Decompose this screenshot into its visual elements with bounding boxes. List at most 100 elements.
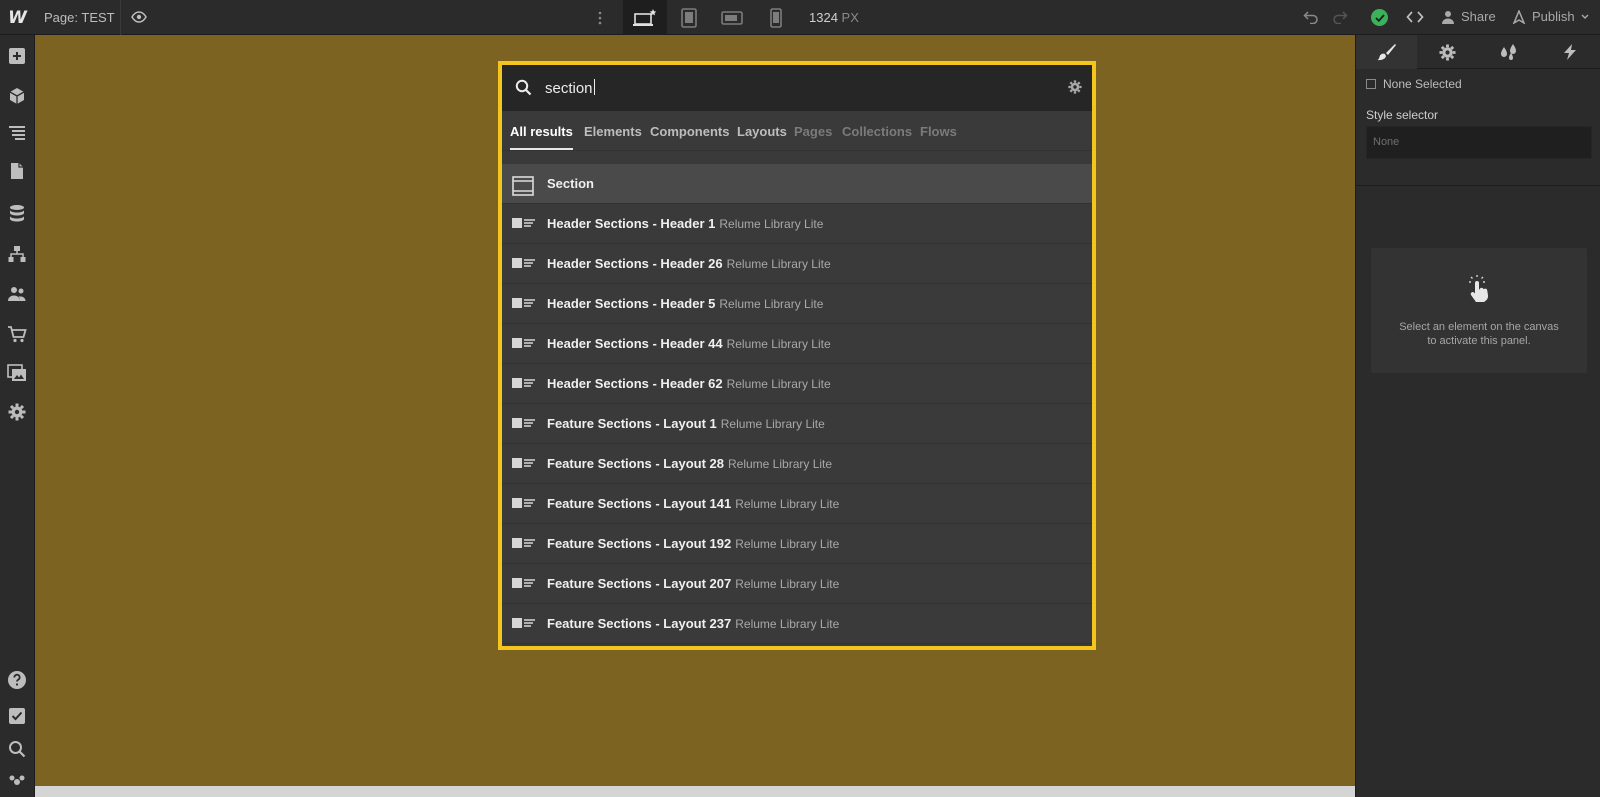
list-item[interactable]: Header Sections - Header 1 Relume Library…: [502, 204, 1092, 244]
mobile-landscape-icon: [721, 10, 743, 25]
mobile-portrait-icon: [770, 7, 782, 28]
style-selector-label: Style selector: [1366, 108, 1439, 122]
result-source: Relume Library Lite: [719, 297, 824, 311]
divider: [1356, 185, 1600, 186]
cms-database-icon[interactable]: [6, 202, 28, 224]
result-filter-tabs: All results Elements Components Layouts …: [502, 111, 1092, 151]
result-name: Header Sections - Header 26: [547, 256, 723, 271]
tasks-checkbox-icon[interactable]: [6, 705, 28, 727]
viewport-width-readout[interactable]: 1324 PX: [809, 10, 859, 25]
user-icon: [1442, 10, 1454, 24]
tab-layouts[interactable]: Layouts: [737, 124, 787, 148]
list-item[interactable]: Header Sections - Header 26 Relume Librar…: [502, 244, 1092, 284]
publish-button[interactable]: Publish: [1512, 9, 1589, 24]
ecommerce-cart-icon[interactable]: [6, 323, 28, 345]
result-name: Section: [547, 176, 594, 191]
result-name: Header Sections - Header 62: [547, 376, 723, 391]
search-input[interactable]: section: [545, 79, 595, 97]
share-button[interactable]: Share: [1441, 9, 1496, 24]
help-icon[interactable]: [6, 669, 28, 691]
desktop-breakpoint-button[interactable]: [623, 0, 667, 35]
results-list: Section Header Sections - Header 1 Relume…: [502, 164, 1092, 644]
components-cube-icon[interactable]: [6, 85, 28, 107]
layout-icon: [512, 536, 536, 550]
viewport-width-unit: PX: [841, 10, 859, 25]
list-item[interactable]: Header Sections - Header 44 Relume Librar…: [502, 324, 1092, 364]
tab-components[interactable]: Components: [650, 124, 729, 148]
left-sidebar: [0, 35, 35, 797]
text-caret: [593, 79, 595, 95]
result-name: Feature Sections - Layout 28: [547, 456, 724, 471]
brush-icon: [1377, 44, 1396, 61]
page-selector[interactable]: Page: TEST: [44, 10, 115, 25]
list-item[interactable]: Feature Sections - Layout 141 Relume Libr…: [502, 484, 1092, 524]
tab-elements[interactable]: Elements: [584, 124, 642, 148]
eye-icon[interactable]: [131, 9, 147, 25]
pages-icon[interactable]: [6, 160, 28, 182]
result-name: Feature Sections - Layout 1: [547, 416, 717, 431]
page-prefix: Page:: [44, 10, 78, 25]
result-name: Feature Sections - Layout 237: [547, 616, 732, 631]
assets-images-icon[interactable]: [6, 362, 28, 384]
layout-icon: [512, 456, 536, 470]
result-source: Relume Library Lite: [735, 497, 840, 511]
tab-flows[interactable]: Flows: [920, 124, 957, 148]
layout-icon: [512, 216, 536, 230]
search-settings-gear-icon[interactable]: [1068, 80, 1082, 94]
more-options-icon[interactable]: [594, 9, 606, 27]
tab-pages[interactable]: Pages: [794, 124, 832, 148]
publish-icon: [1512, 9, 1526, 24]
webflow-logo[interactable]: W: [0, 0, 35, 35]
list-item[interactable]: Feature Sections - Layout 192 Relume Libr…: [502, 524, 1092, 564]
mobile-landscape-button[interactable]: [710, 0, 754, 35]
quick-find-popup: section All results Elements Components …: [498, 61, 1096, 650]
list-item[interactable]: Feature Sections - Layout 1 Relume Librar…: [502, 404, 1092, 444]
result-source: Relume Library Lite: [735, 577, 840, 591]
list-item[interactable]: Section: [502, 164, 1092, 204]
top-toolbar: W Page: TEST 1324 PX Share Publish: [0, 0, 1600, 35]
right-style-panel: None Selected Style selector None Select…: [1355, 35, 1600, 797]
empty-state-line-2: to activate this panel.: [1427, 335, 1531, 347]
site-status-check-icon[interactable]: [1371, 9, 1388, 26]
mobile-portrait-button[interactable]: [754, 0, 798, 35]
result-name: Feature Sections - Layout 192: [547, 536, 732, 551]
list-item[interactable]: Feature Sections - Layout 237 Relume Libr…: [502, 604, 1092, 644]
tab-collections[interactable]: Collections: [842, 124, 912, 148]
logic-flows-icon[interactable]: [6, 243, 28, 265]
add-elements-icon[interactable]: [6, 45, 28, 67]
list-item[interactable]: Header Sections - Header 62 Relume Librar…: [502, 364, 1092, 404]
result-source: Relume Library Lite: [728, 457, 833, 471]
result-name: Header Sections - Header 44: [547, 336, 723, 351]
navigator-icon[interactable]: [6, 122, 28, 144]
viewport-width-value: 1324: [809, 10, 838, 25]
undo-icon[interactable]: [1303, 10, 1319, 24]
layout-icon: [512, 416, 536, 430]
list-item[interactable]: Header Sections - Header 5 Relume Library…: [502, 284, 1092, 324]
layout-icon: [512, 256, 536, 270]
search-icon: [515, 79, 532, 96]
page-name: TEST: [81, 10, 115, 25]
pointer-hand-icon: [1467, 273, 1491, 303]
desktop-star-icon: [633, 8, 657, 26]
redo-icon[interactable]: [1332, 10, 1348, 24]
search-icon[interactable]: [6, 738, 28, 760]
collaborators-icon[interactable]: [6, 770, 28, 792]
result-source: Relume Library Lite: [719, 217, 824, 231]
empty-state-card: Select an element on the canvas to activ…: [1371, 248, 1587, 373]
tab-settings[interactable]: [1417, 35, 1478, 69]
tab-style-manager[interactable]: [1478, 35, 1539, 69]
list-item[interactable]: Feature Sections - Layout 28 Relume Libra…: [502, 444, 1092, 484]
layout-icon: [512, 616, 536, 630]
style-selector-input[interactable]: None: [1366, 126, 1592, 159]
tab-interactions[interactable]: [1539, 35, 1600, 69]
checkbox[interactable]: [1366, 79, 1376, 89]
tab-all-results[interactable]: All results: [510, 124, 573, 150]
settings-gear-icon[interactable]: [6, 401, 28, 423]
users-icon[interactable]: [6, 283, 28, 305]
code-icon[interactable]: [1406, 9, 1424, 25]
none-selected-toggle[interactable]: None Selected: [1366, 77, 1462, 91]
tab-style[interactable]: [1356, 35, 1417, 69]
layout-icon: [512, 576, 536, 590]
tablet-landscape-button[interactable]: [667, 0, 711, 35]
list-item[interactable]: Feature Sections - Layout 207 Relume Libr…: [502, 564, 1092, 604]
